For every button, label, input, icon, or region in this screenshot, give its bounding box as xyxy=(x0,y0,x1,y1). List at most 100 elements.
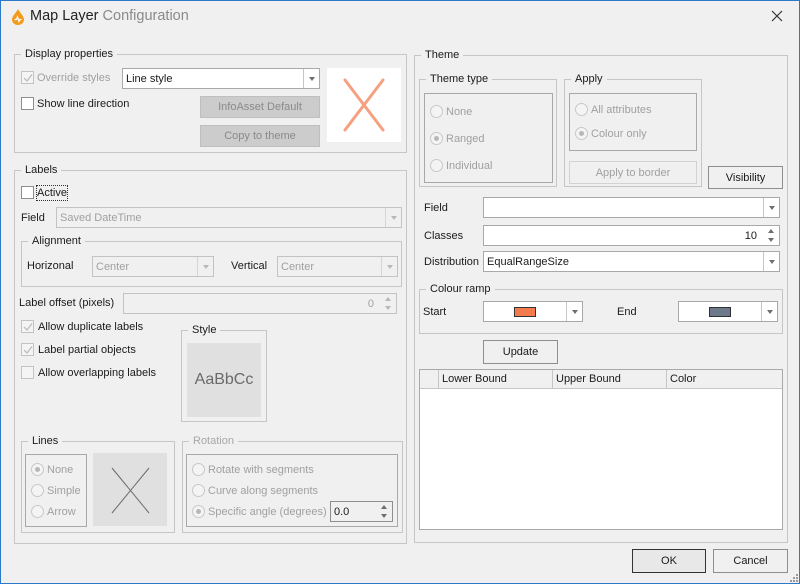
curve-along-segments-label: Curve along segments xyxy=(208,485,319,497)
line-style-select[interactable]: Line style xyxy=(122,68,320,89)
lines-arrow-label: Arrow xyxy=(47,506,76,518)
curve-along-segments-radio[interactable] xyxy=(192,484,205,497)
spin-up-icon[interactable] xyxy=(377,503,391,511)
lines-arrow-radio[interactable] xyxy=(31,505,44,518)
apply-colour-only-label: Colour only xyxy=(591,128,647,140)
spin-down-icon[interactable] xyxy=(764,236,778,244)
label-offset-value: 0 xyxy=(367,298,374,310)
theme-type-individual-label: Individual xyxy=(446,160,493,172)
line-cross-icon xyxy=(111,467,150,514)
update-button[interactable]: Update xyxy=(483,340,558,364)
show-line-direction-checkbox[interactable] xyxy=(21,97,34,110)
grid-header: Lower Bound Upper Bound Color xyxy=(420,370,782,389)
vertical-alignment-value: Center xyxy=(281,261,315,273)
angle-spinner[interactable]: 0.0 xyxy=(330,501,393,522)
ok-button[interactable]: OK xyxy=(632,549,706,573)
horizontal-label: Horizonal xyxy=(27,260,74,272)
allow-overlapping-labels-checkbox[interactable] xyxy=(21,366,34,379)
apply-all-attributes-label: All attributes xyxy=(591,104,652,116)
lines-title: Lines xyxy=(28,434,63,448)
grid-header-row-selector xyxy=(420,370,439,389)
theme-field-select[interactable] xyxy=(483,197,780,218)
theme-field-label: Field xyxy=(424,202,448,214)
allow-overlapping-labels-label: Allow overlapping labels xyxy=(38,367,157,379)
apply-all-attributes-radio[interactable] xyxy=(575,103,588,116)
apply-to-border-button[interactable]: Apply to border xyxy=(569,161,697,184)
cancel-button[interactable]: Cancel xyxy=(713,549,788,573)
chevron-down-icon xyxy=(381,257,397,276)
flame-drop-icon xyxy=(12,9,24,25)
distribution-value: EqualRangeSize xyxy=(487,256,569,268)
resize-grip-icon[interactable] xyxy=(790,574,798,582)
ramp-end-label: End xyxy=(617,306,637,318)
specific-angle-radio[interactable] xyxy=(192,505,205,518)
theme-type-none-radio[interactable] xyxy=(430,105,443,118)
classes-spinner[interactable]: 10 xyxy=(483,225,780,246)
classes-value: 10 xyxy=(744,230,757,242)
distribution-label: Distribution xyxy=(424,256,480,268)
line-style-value: Line style xyxy=(126,73,173,85)
line-style-cross-icon xyxy=(343,78,385,132)
label-partial-objects-checkbox[interactable] xyxy=(21,343,34,356)
rotation-title: Rotation xyxy=(189,434,238,448)
override-styles-checkbox[interactable] xyxy=(21,71,34,84)
leader-line-preview[interactable] xyxy=(93,453,167,526)
vertical-label: Vertical xyxy=(231,260,268,272)
label-field-select[interactable]: Saved DateTime xyxy=(56,207,402,228)
title-secondary: Configuration xyxy=(102,8,189,24)
override-styles-label: Override styles xyxy=(37,72,111,84)
title-main: Map Layer xyxy=(30,8,99,24)
allow-duplicate-labels-label: Allow duplicate labels xyxy=(38,321,144,333)
ramp-start-color-picker[interactable] xyxy=(483,301,583,322)
distribution-select[interactable]: EqualRangeSize xyxy=(483,251,780,272)
spin-up-icon[interactable] xyxy=(381,295,395,303)
spin-down-icon[interactable] xyxy=(377,512,391,520)
chevron-down-icon xyxy=(303,69,319,88)
alignment-title: Alignment xyxy=(28,234,85,248)
vertical-alignment-select[interactable]: Center xyxy=(277,256,398,277)
theme-type-ranged-label: Ranged xyxy=(446,133,485,145)
copy-to-theme-button[interactable]: Copy to theme xyxy=(200,125,320,147)
theme-type-individual-radio[interactable] xyxy=(430,159,443,172)
rotate-with-segments-radio[interactable] xyxy=(192,463,205,476)
spin-down-icon[interactable] xyxy=(381,304,395,312)
theme-type-none-label: None xyxy=(446,106,473,118)
lines-none-label: None xyxy=(47,464,74,476)
chevron-down-icon xyxy=(197,257,213,276)
show-line-direction-label: Show line direction xyxy=(37,98,130,110)
field-label: Field xyxy=(21,212,45,224)
lines-none-radio[interactable] xyxy=(31,463,44,476)
infoasset-default-button[interactable]: InfoAsset Default xyxy=(200,96,320,118)
theme-type-title: Theme type xyxy=(426,72,493,86)
lines-simple-label: Simple xyxy=(47,485,81,497)
spin-up-icon[interactable] xyxy=(764,227,778,235)
line-style-preview[interactable] xyxy=(327,68,401,142)
ramp-end-color-picker[interactable] xyxy=(678,301,778,322)
apply-title: Apply xyxy=(571,72,607,86)
grid-header-lower-bound[interactable]: Lower Bound xyxy=(438,370,553,389)
chevron-down-icon xyxy=(763,252,779,271)
visibility-button[interactable]: Visibility xyxy=(708,166,783,189)
label-offset-spinner[interactable]: 0 xyxy=(123,293,397,314)
active-checkbox[interactable] xyxy=(21,186,34,199)
theme-title: Theme xyxy=(421,48,464,62)
grid-header-upper-bound[interactable]: Upper Bound xyxy=(552,370,667,389)
apply-colour-only-radio[interactable] xyxy=(575,127,588,140)
grid-header-color[interactable]: Color xyxy=(666,370,782,389)
label-style-preview[interactable]: AaBbCc xyxy=(187,343,261,417)
check-icon xyxy=(23,74,33,82)
theme-ranges-grid[interactable]: Lower Bound Upper Bound Color xyxy=(419,369,783,530)
horizontal-alignment-value: Center xyxy=(96,261,130,273)
start-color-swatch xyxy=(514,307,536,317)
active-label: Active xyxy=(36,185,68,201)
theme-type-ranged-radio[interactable] xyxy=(430,132,443,145)
close-button[interactable] xyxy=(765,5,789,27)
style-title: Style xyxy=(188,323,221,337)
allow-duplicate-labels-checkbox[interactable] xyxy=(21,320,34,333)
angle-value: 0.0 xyxy=(334,506,350,518)
lines-simple-radio[interactable] xyxy=(31,484,44,497)
horizontal-alignment-select[interactable]: Center xyxy=(92,256,214,277)
window-title: Map Layer Configuration xyxy=(30,8,189,24)
label-offset-label: Label offset (pixels) xyxy=(19,297,115,309)
apply-options-box xyxy=(569,93,697,151)
